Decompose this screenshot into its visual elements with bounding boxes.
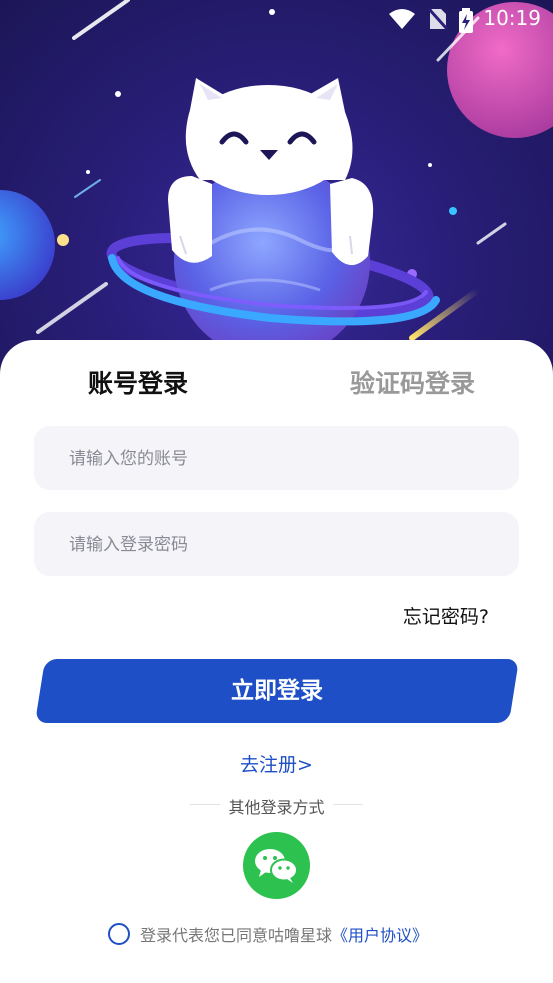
wifi-icon: [389, 9, 415, 29]
hero-illustration: [0, 0, 553, 380]
tab-account-login[interactable]: 账号登录: [88, 364, 188, 400]
wechat-login-button[interactable]: [243, 832, 310, 899]
battery-charging-icon: [459, 8, 473, 33]
user-agreement-link[interactable]: 《用户协议》: [332, 926, 428, 945]
password-input[interactable]: [67, 512, 501, 578]
agreement-text: 登录代表您已同意咕噜星球: [140, 926, 333, 945]
other-login-label: 其他登录方式: [228, 798, 325, 817]
login-card: 账号登录 验证码登录 忘记密码? 立即登录 去注册> 其他登录方式 登录代表您已…: [0, 340, 553, 983]
agreement-text-wrap: 登录代表您已同意咕噜星球《用户协议》: [140, 922, 428, 946]
tab-code-login[interactable]: 验证码登录: [350, 364, 475, 400]
status-time: 10:19: [483, 6, 541, 30]
login-button[interactable]: 立即登录: [34, 659, 520, 723]
login-button-label: 立即登录: [231, 678, 323, 704]
space-cat-illustration: [0, 0, 553, 360]
agreement-radio[interactable]: [108, 923, 130, 945]
register-link[interactable]: 去注册>: [240, 754, 313, 776]
status-bar: 10:19: [0, 0, 553, 38]
register-row: 去注册>: [0, 750, 553, 777]
forgot-password-link[interactable]: 忘记密码?: [403, 602, 489, 629]
account-field[interactable]: [34, 426, 519, 492]
divider-right: [333, 804, 363, 805]
wechat-icon: [255, 849, 298, 883]
password-field[interactable]: [34, 512, 519, 578]
no-sim-icon: [428, 8, 448, 30]
account-input[interactable]: [67, 426, 501, 492]
blue-planet: [0, 190, 55, 300]
